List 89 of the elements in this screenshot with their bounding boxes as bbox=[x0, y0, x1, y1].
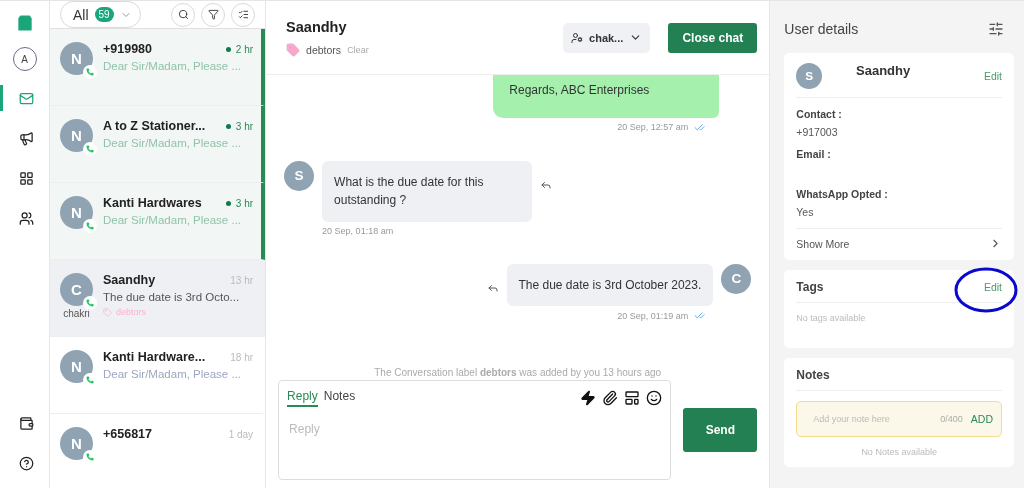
whatsapp-icon bbox=[83, 219, 97, 233]
message-bubble: What is the due date for this outstanding ? bbox=[322, 160, 533, 222]
count-badge: 59 bbox=[94, 7, 114, 22]
add-button[interactable]: ADD bbox=[970, 413, 993, 425]
conversation-item[interactable]: N Kanti Hardwares 3 hr Dear Sir/Madam, Please ... bbox=[50, 183, 266, 260]
message-time: 20 Sep, 12:57 am bbox=[617, 122, 689, 133]
field-label: Contact : bbox=[796, 108, 843, 120]
grid-icon[interactable] bbox=[18, 170, 34, 186]
contact-name: Saandhy bbox=[103, 273, 156, 287]
field-value: +917003 bbox=[796, 126, 839, 138]
tag-icon bbox=[286, 42, 301, 57]
filter-dropdown[interactable]: All 59 bbox=[60, 1, 141, 28]
read-ticks-icon bbox=[694, 121, 706, 133]
chat-title: Saandhy bbox=[286, 18, 348, 35]
whatsapp-icon bbox=[83, 296, 97, 310]
message-time: 3 hr bbox=[235, 197, 254, 209]
contact-name: Kanti Hardware... bbox=[103, 350, 206, 364]
message-bubble: Regards, ABC Enterprises bbox=[493, 75, 720, 118]
conversation-item[interactable]: N +919980 2 hr Dear Sir/Madam, Please ... bbox=[50, 29, 266, 106]
user-icon bbox=[571, 31, 584, 44]
contact-avatar: N bbox=[60, 427, 93, 460]
search-button[interactable] bbox=[171, 2, 196, 27]
agent-name: chakri bbox=[63, 308, 90, 319]
read-ticks-icon bbox=[694, 310, 706, 322]
event-message: The Conversation label debtors was added by you 13 hours ago bbox=[373, 367, 663, 379]
message-time: 18 hr bbox=[230, 351, 254, 363]
tag-label: debtors bbox=[306, 43, 342, 56]
attach-icon[interactable] bbox=[602, 390, 619, 406]
unread-dot bbox=[225, 46, 231, 52]
composer-tab[interactable]: Reply bbox=[287, 389, 318, 407]
help-icon[interactable] bbox=[18, 455, 34, 471]
contact-name: A to Z Stationer... bbox=[103, 119, 206, 133]
message-preview: Dear Sir/Madam, Please ... bbox=[103, 137, 243, 149]
tag-icon bbox=[103, 307, 112, 317]
message-preview: The due date is 3rd Octo... bbox=[103, 291, 241, 303]
unread-dot bbox=[225, 123, 231, 129]
field-value: Yes bbox=[796, 206, 815, 218]
settings-icon[interactable] bbox=[988, 21, 1004, 37]
char-counter: 0/400 bbox=[940, 414, 963, 424]
composer-tab[interactable]: Notes bbox=[323, 389, 356, 407]
field-label: WhatsApp Opted : bbox=[796, 188, 889, 200]
message-time: 13 hr bbox=[230, 274, 254, 286]
message-time: 3 hr bbox=[235, 120, 254, 132]
message-preview: Dear Sir/Madam, Please ... bbox=[103, 214, 243, 226]
message-time: 20 Sep, 01:19 am bbox=[617, 310, 689, 321]
card-title: Notes bbox=[796, 368, 830, 382]
contact-avatar: S bbox=[796, 63, 823, 89]
sender-avatar: C bbox=[721, 263, 752, 294]
message-preview: Dear Sir/Madam, Please ... bbox=[103, 60, 243, 72]
select-button[interactable] bbox=[231, 2, 256, 27]
message-time: 1 day bbox=[228, 428, 254, 440]
whatsapp-icon bbox=[83, 142, 97, 156]
panel-title: User details bbox=[784, 21, 859, 37]
message-time: 20 Sep, 01:18 am bbox=[322, 225, 394, 236]
close-chat-button[interactable]: Close chat bbox=[668, 22, 758, 53]
filter-icon bbox=[207, 9, 219, 20]
checklist-icon bbox=[237, 9, 249, 20]
whatsapp-icon bbox=[83, 65, 97, 79]
message-preview: Dear Sir/Madam, Please ... bbox=[103, 368, 243, 380]
message-time: 2 hr bbox=[235, 43, 254, 55]
field-label: Email : bbox=[796, 148, 832, 160]
emoji-icon[interactable] bbox=[646, 390, 663, 406]
contact-name: +919980 bbox=[103, 42, 152, 56]
edit-link[interactable]: Edit bbox=[983, 70, 1002, 82]
filter-button[interactable] bbox=[201, 2, 226, 27]
empty-message: No Notes available bbox=[860, 447, 938, 457]
lightning-icon[interactable] bbox=[580, 390, 597, 406]
edit-link[interactable]: Edit bbox=[983, 281, 1002, 293]
unread-dot bbox=[225, 200, 231, 206]
show-more-link[interactable]: Show More bbox=[796, 237, 850, 250]
message-bubble: The due date is 3rd October 2023. bbox=[506, 263, 714, 307]
empty-message: No tags available bbox=[796, 313, 867, 323]
contact-name: Kanti Hardwares bbox=[103, 196, 202, 210]
card-title: Tags bbox=[796, 280, 824, 294]
mail-icon[interactable] bbox=[18, 90, 34, 106]
users-icon[interactable] bbox=[18, 210, 34, 226]
template-icon[interactable] bbox=[624, 390, 641, 406]
search-icon bbox=[177, 9, 189, 20]
sender-avatar: S bbox=[284, 160, 315, 191]
send-button[interactable]: Send bbox=[683, 408, 758, 452]
reply-box[interactable]: Reply Notes Reply bbox=[278, 380, 672, 480]
contact-name: +656817 bbox=[103, 427, 152, 441]
conversation-item[interactable]: N A to Z Stationer... 3 hr Dear Sir/Madam, Please ... bbox=[50, 106, 266, 183]
contact-avatar: N bbox=[60, 350, 93, 383]
megaphone-icon[interactable] bbox=[18, 130, 34, 146]
contact-name: Saandhy bbox=[856, 63, 911, 78]
assignee-dropdown[interactable]: chak... bbox=[563, 22, 651, 53]
annotation-circle bbox=[954, 266, 1018, 314]
wallet-icon[interactable] bbox=[18, 415, 34, 431]
